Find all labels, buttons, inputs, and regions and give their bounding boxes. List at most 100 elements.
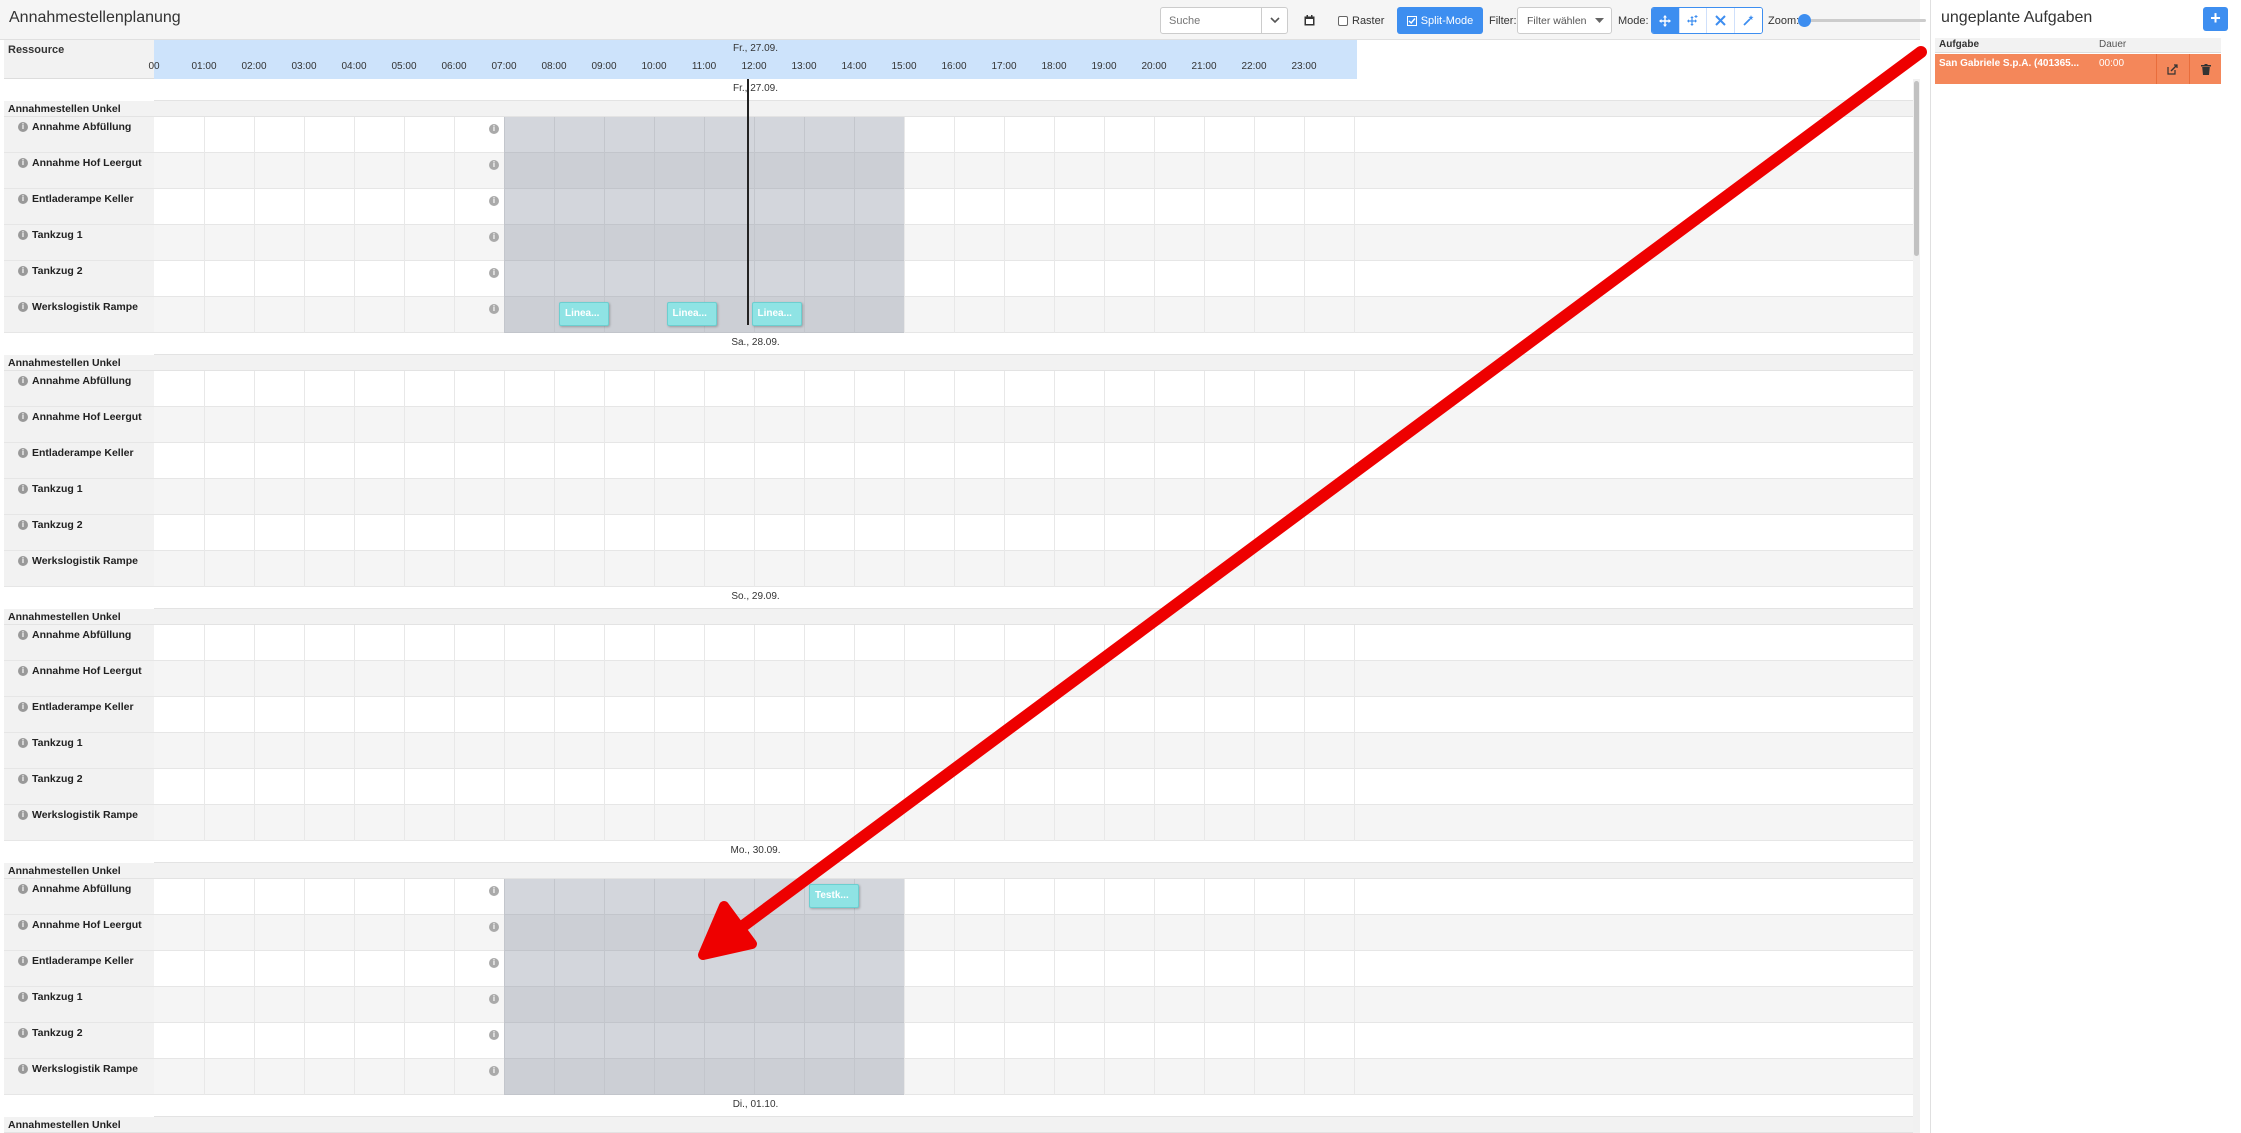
checkbox-icon[interactable] xyxy=(1338,15,1348,26)
resource-row[interactable]: i Annahme Hof Leergut xyxy=(4,661,1917,697)
resource-row[interactable]: i Annahme Hof Leergut i xyxy=(4,153,1917,189)
search-input[interactable] xyxy=(1161,8,1261,33)
hour-gridline xyxy=(1304,697,1305,733)
task-block[interactable]: Testk... xyxy=(809,884,859,908)
info-icon[interactable]: i xyxy=(18,666,28,676)
delete-task-button[interactable] xyxy=(2189,54,2221,84)
row-info-icon[interactable]: i xyxy=(489,922,499,932)
hour-gridline xyxy=(804,443,805,479)
info-icon[interactable]: i xyxy=(18,484,28,494)
edit-task-button[interactable] xyxy=(2156,54,2188,84)
info-icon[interactable]: i xyxy=(18,920,28,930)
hour-gridline xyxy=(604,515,605,551)
zoom-slider-thumb[interactable] xyxy=(1798,14,1811,27)
resource-row[interactable]: i Annahme Hof Leergut xyxy=(4,407,1917,443)
split-mode-button[interactable]: Split-Mode xyxy=(1397,7,1483,34)
info-icon[interactable]: i xyxy=(18,956,28,966)
resource-name: Entladerampe Keller xyxy=(32,193,134,205)
unplanned-task-row[interactable]: San Gabriele S.p.A. (401365... 00:00 xyxy=(1935,54,2221,84)
resource-row[interactable]: i Werkslogistik Rampe xyxy=(4,551,1917,587)
row-info-icon[interactable]: i xyxy=(489,304,499,314)
info-icon[interactable]: i xyxy=(18,1028,28,1038)
row-info-icon[interactable]: i xyxy=(489,232,499,242)
row-info-icon[interactable]: i xyxy=(489,958,499,968)
resource-row[interactable]: i Annahme Abfüllung xyxy=(4,625,1917,661)
calendar-icon[interactable] xyxy=(1300,7,1318,34)
info-icon[interactable]: i xyxy=(18,412,28,422)
resource-row[interactable]: i Entladerampe Keller i xyxy=(4,951,1917,987)
task-block[interactable]: Linea... xyxy=(666,302,717,326)
info-icon[interactable]: i xyxy=(18,448,28,458)
hour-gridline xyxy=(1104,515,1105,551)
resource-row[interactable]: i Tankzug 1 xyxy=(4,733,1917,769)
task-block[interactable]: Linea... xyxy=(751,302,802,326)
hour-gridline xyxy=(1154,479,1155,515)
hour-gridline xyxy=(754,407,755,443)
row-info-icon[interactable]: i xyxy=(489,994,499,1004)
hour-gridline xyxy=(254,697,255,733)
move-mode-button[interactable] xyxy=(1652,8,1680,33)
row-info-icon[interactable]: i xyxy=(489,196,499,206)
resource-row[interactable]: i Tankzug 1 xyxy=(4,479,1917,515)
info-icon[interactable]: i xyxy=(18,810,28,820)
hour-gridline xyxy=(1004,407,1005,443)
chevron-down-icon[interactable] xyxy=(1261,8,1287,33)
hour-gridline xyxy=(1254,443,1255,479)
resource-row[interactable]: i Entladerampe Keller xyxy=(4,443,1917,479)
info-icon[interactable]: i xyxy=(18,992,28,1002)
row-info-icon[interactable]: i xyxy=(489,124,499,134)
hour-gridline xyxy=(1004,189,1005,225)
info-icon[interactable]: i xyxy=(18,266,28,276)
resource-row[interactable]: i Tankzug 2 i xyxy=(4,261,1917,297)
resource-row[interactable]: i Tankzug 2 i xyxy=(4,1023,1917,1059)
resource-row[interactable]: i Annahme Abfüllung i xyxy=(4,879,1917,915)
resource-row[interactable]: i Tankzug 2 xyxy=(4,769,1917,805)
filter-select[interactable]: Filter wählen xyxy=(1517,7,1612,34)
resource-row[interactable]: i Tankzug 1 i xyxy=(4,225,1917,261)
hour-gridline xyxy=(854,371,855,407)
info-icon[interactable]: i xyxy=(18,230,28,240)
move-add-mode-button[interactable] xyxy=(1679,8,1707,33)
zoom-slider[interactable] xyxy=(1798,7,1926,34)
resource-row[interactable]: i Annahme Abfüllung xyxy=(4,371,1917,407)
vertical-scrollbar[interactable] xyxy=(1913,79,1920,1133)
row-info-icon[interactable]: i xyxy=(489,1030,499,1040)
row-info-icon[interactable]: i xyxy=(489,160,499,170)
info-icon[interactable]: i xyxy=(18,376,28,386)
row-info-icon[interactable]: i xyxy=(489,1066,499,1076)
info-icon[interactable]: i xyxy=(18,122,28,132)
info-icon[interactable]: i xyxy=(18,194,28,204)
raster-checkbox[interactable]: Raster xyxy=(1338,7,1384,34)
resource-row[interactable]: i Entladerampe Keller xyxy=(4,697,1917,733)
resource-row[interactable]: i Tankzug 1 i xyxy=(4,987,1917,1023)
info-icon[interactable]: i xyxy=(18,520,28,530)
row-info-icon[interactable]: i xyxy=(489,886,499,896)
resource-row[interactable]: i Annahme Abfüllung i xyxy=(4,117,1917,153)
resource-row[interactable]: i Entladerampe Keller i xyxy=(4,189,1917,225)
resource-row[interactable]: i Annahme Hof Leergut i xyxy=(4,915,1917,951)
scrollbar-thumb[interactable] xyxy=(1914,81,1919,256)
magic-mode-button[interactable] xyxy=(1734,8,1762,33)
info-icon[interactable]: i xyxy=(18,158,28,168)
hour-gridline xyxy=(1204,407,1205,443)
row-info-icon[interactable]: i xyxy=(489,268,499,278)
info-icon[interactable]: i xyxy=(18,884,28,894)
hour-gridline xyxy=(904,951,905,987)
info-icon[interactable]: i xyxy=(18,556,28,566)
resource-row[interactable]: i Werkslogistik Rampe i xyxy=(4,297,1917,333)
task-block[interactable]: Linea... xyxy=(559,302,609,326)
schedule-grid[interactable]: Fr., 27.09. Annahmestellen Unkel i Annahme … xyxy=(4,79,1917,1133)
info-icon[interactable]: i xyxy=(18,702,28,712)
info-icon[interactable]: i xyxy=(18,774,28,784)
add-task-button[interactable]: + xyxy=(2203,7,2228,31)
info-icon[interactable]: i xyxy=(18,738,28,748)
info-icon[interactable]: i xyxy=(18,302,28,312)
info-icon[interactable]: i xyxy=(18,1064,28,1074)
search-combobox[interactable] xyxy=(1160,7,1288,34)
resource-row[interactable]: i Tankzug 2 xyxy=(4,515,1917,551)
hour-gridline xyxy=(1204,915,1205,951)
resource-row[interactable]: i Werkslogistik Rampe i xyxy=(4,1059,1917,1095)
info-icon[interactable]: i xyxy=(18,630,28,640)
resource-row[interactable]: i Werkslogistik Rampe xyxy=(4,805,1917,841)
cross-mode-button[interactable] xyxy=(1707,8,1735,33)
